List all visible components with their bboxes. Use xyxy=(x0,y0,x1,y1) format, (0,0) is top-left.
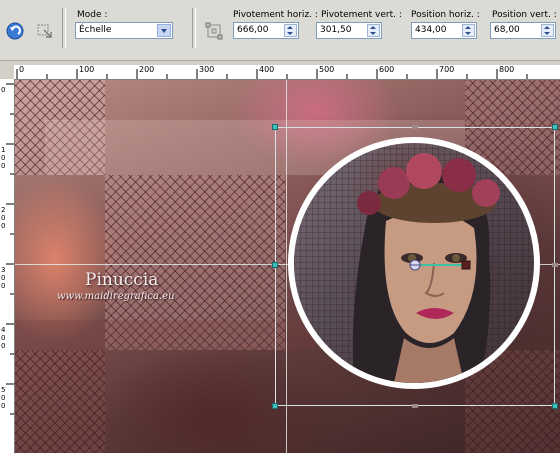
pattern-block xyxy=(15,350,105,453)
corner-handle-top-right[interactable] xyxy=(552,124,558,130)
ruler-label: 700 xyxy=(439,65,455,74)
pivot-vert-field[interactable]: 301,50 xyxy=(316,22,382,39)
position-horiz-label: Position horiz. : xyxy=(411,10,480,20)
reset-transform-icon[interactable] xyxy=(205,22,223,40)
pivot-vert-value: 301,50 xyxy=(320,25,352,35)
ruler-label: 3 0 0 xyxy=(1,266,6,290)
mode-value: Échelle xyxy=(79,25,112,35)
ruler-ticks xyxy=(16,69,528,79)
pick-tool-icon[interactable] xyxy=(36,22,54,40)
ruler-label: 600 xyxy=(379,65,395,74)
pivot-vert-label: Pivotement vert. : xyxy=(321,10,402,20)
position-horiz-value: 434,00 xyxy=(415,25,447,35)
watermark-url: www.maidiregrafica.eu xyxy=(57,291,175,302)
ruler-label: 300 xyxy=(199,65,215,74)
ruler-label: 400 xyxy=(259,65,275,74)
rotation-handle[interactable] xyxy=(408,258,478,272)
watermark-name: Pinuccia xyxy=(85,270,159,290)
toolbar-separator xyxy=(62,8,66,48)
ruler-label: 1 0 0 xyxy=(1,146,6,170)
ruler-label: 200 xyxy=(139,65,155,74)
toolbar-separator xyxy=(192,8,196,48)
position-vert-spinner[interactable] xyxy=(541,24,554,37)
pivot-horiz-label: Pivotement horiz. : xyxy=(233,10,318,20)
ruler-corner xyxy=(0,65,14,79)
corner-handle-top-left[interactable] xyxy=(272,124,278,130)
left-mid-handle[interactable] xyxy=(272,262,278,268)
mode-label: Mode : xyxy=(77,10,108,20)
pivot-horiz-value: 666,00 xyxy=(237,25,269,35)
shade-band xyxy=(15,320,315,350)
chevron-down-icon[interactable] xyxy=(157,24,171,37)
ruler-label: 0 xyxy=(1,86,6,94)
top-mid-handle[interactable] xyxy=(412,125,418,129)
ruler-label: 0 xyxy=(19,65,25,74)
pivot-horiz-field[interactable]: 666,00 xyxy=(233,22,299,39)
ruler-label: 4 0 0 xyxy=(1,326,6,350)
ruler-label: 5 0 0 xyxy=(1,386,6,410)
position-horiz-spinner[interactable] xyxy=(462,24,475,37)
bottom-mid-handle[interactable] xyxy=(412,404,418,408)
position-horiz-field[interactable]: 434,00 xyxy=(411,22,477,39)
right-mid-handle[interactable] xyxy=(552,263,558,267)
tool-options-bar: Mode : Échelle Pivotement horiz. : 666,0… xyxy=(0,0,560,61)
image-canvas[interactable]: Pinuccia www.maidiregrafica.eu xyxy=(15,80,560,453)
position-vert-label: Position vert. : xyxy=(492,10,557,20)
corner-handle-bottom-left[interactable] xyxy=(272,403,278,409)
ruler-label: 500 xyxy=(319,65,335,74)
vertical-ruler[interactable]: 0 1 0 0 2 0 0 3 0 0 4 0 0 5 0 0 xyxy=(0,79,15,453)
undo-icon[interactable] xyxy=(6,22,24,40)
pivot-horiz-spinner[interactable] xyxy=(284,24,297,37)
ruler-label: 800 xyxy=(499,65,515,74)
corner-handle-bottom-right[interactable] xyxy=(552,403,558,409)
pivot-vert-spinner[interactable] xyxy=(367,24,380,37)
ruler-label: 100 xyxy=(79,65,95,74)
horizontal-ruler[interactable]: 0 100 200 300 400 500 600 700 800 xyxy=(14,65,560,80)
position-vert-value: 68,00 xyxy=(494,25,520,35)
mode-dropdown[interactable]: Échelle xyxy=(75,22,173,39)
position-vert-field[interactable]: 68,00 xyxy=(490,22,556,39)
ruler-label: 2 0 0 xyxy=(1,206,6,230)
